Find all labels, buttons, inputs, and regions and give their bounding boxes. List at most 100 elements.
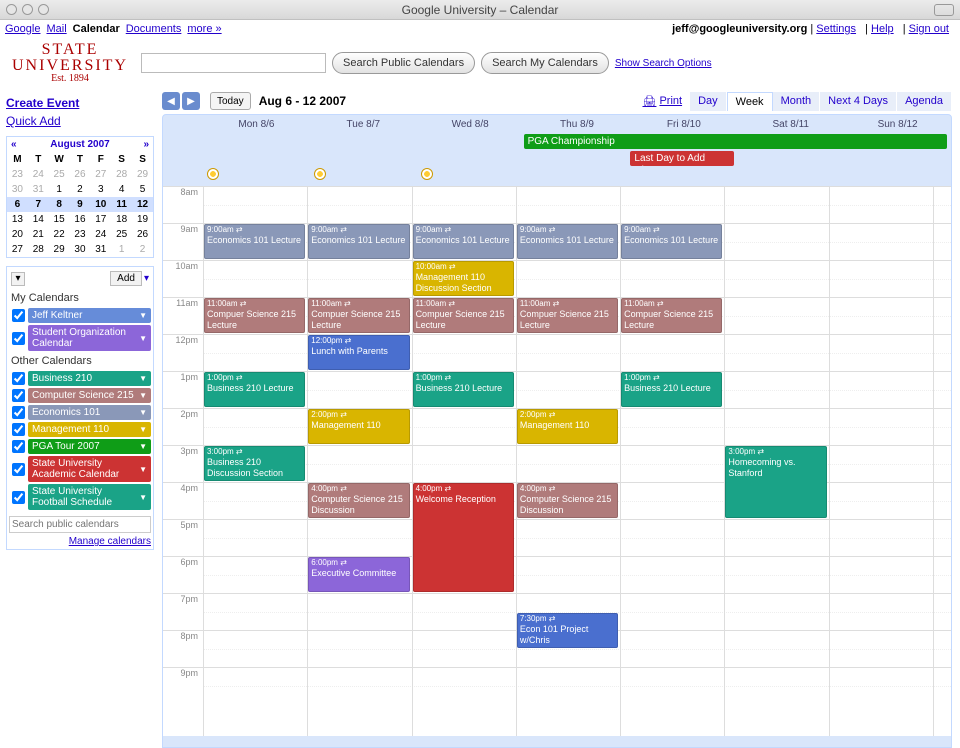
search-options-link[interactable]: Show Search Options xyxy=(615,58,712,69)
minical-day[interactable]: 26 xyxy=(70,167,91,182)
minical-day[interactable]: 27 xyxy=(7,242,28,257)
create-event-link[interactable]: Create Event xyxy=(6,96,154,110)
minical-day[interactable]: 31 xyxy=(28,182,49,197)
calendar-menu-icon[interactable]: ▼ xyxy=(139,374,147,383)
calendar-event[interactable]: 3:00pm ⇄Business 210 Discussion Section xyxy=(204,446,305,481)
minical-prev[interactable]: « xyxy=(11,139,17,150)
calendar-event[interactable]: 4:00pm ⇄Welcome Reception xyxy=(413,483,514,592)
calendar-checkbox[interactable] xyxy=(12,423,25,436)
minical-day[interactable]: 18 xyxy=(111,212,132,227)
minical-day[interactable]: 8 xyxy=(49,197,70,212)
minical-day[interactable]: 29 xyxy=(49,242,70,257)
calendar-chip[interactable]: PGA Tour 2007▼ xyxy=(28,439,151,454)
minical-day[interactable]: 11 xyxy=(111,197,132,212)
minical-day[interactable]: 31 xyxy=(90,242,111,257)
collapse-toggle[interactable]: ▾ xyxy=(11,272,25,286)
minical-day[interactable]: 25 xyxy=(49,167,70,182)
calendar-event[interactable]: 9:00am ⇄Economics 101 Lecture xyxy=(517,224,618,259)
calendar-event[interactable]: 3:00pm ⇄Homecoming vs. Stanford xyxy=(725,446,826,518)
search-calendars-input[interactable] xyxy=(9,516,151,533)
calendar-menu-icon[interactable]: ▼ xyxy=(139,465,147,474)
calendar-event[interactable]: 11:00am ⇄Compuer Science 215 Lecture xyxy=(621,298,722,333)
calendar-checkbox[interactable] xyxy=(12,309,25,322)
minical-day[interactable]: 12 xyxy=(132,197,153,212)
calendar-checkbox[interactable] xyxy=(12,440,25,453)
topnav-link[interactable]: Documents xyxy=(126,23,182,35)
minical-next[interactable]: » xyxy=(143,139,149,150)
minical-day[interactable]: 1 xyxy=(111,242,132,257)
calendar-chip[interactable]: Management 110▼ xyxy=(28,422,151,437)
calendar-checkbox[interactable] xyxy=(12,406,25,419)
print-link[interactable]: 🖨 Print xyxy=(642,95,682,108)
minical-day[interactable]: 25 xyxy=(111,227,132,242)
view-tab[interactable]: Week xyxy=(727,92,773,111)
minical-day[interactable]: 27 xyxy=(90,167,111,182)
calendar-event[interactable]: 9:00am ⇄Economics 101 Lecture xyxy=(621,224,722,259)
minical-day[interactable]: 30 xyxy=(7,182,28,197)
calendar-event[interactable]: 4:00pm ⇄Computer Science 215 Discussion xyxy=(517,483,618,518)
calendar-menu-icon[interactable]: ▼ xyxy=(139,334,147,343)
calendar-chip[interactable]: Economics 101▼ xyxy=(28,405,151,420)
add-calendar-button[interactable]: Add xyxy=(110,271,142,286)
calendar-event[interactable]: 11:00am ⇄Compuer Science 215 Lecture xyxy=(413,298,514,333)
calendar-event[interactable]: 6:00pm ⇄Executive Committee xyxy=(308,557,409,592)
calendar-event[interactable]: 1:00pm ⇄Business 210 Lecture xyxy=(413,372,514,407)
calendar-checkbox[interactable] xyxy=(12,389,25,402)
calendar-chip[interactable]: State University Academic Calendar▼ xyxy=(28,456,151,482)
calendar-chip[interactable]: State University Football Schedule▼ xyxy=(28,484,151,510)
minical-day[interactable]: 15 xyxy=(49,212,70,227)
calendar-event[interactable]: 1:00pm ⇄Business 210 Lecture xyxy=(621,372,722,407)
help-link[interactable]: Help xyxy=(871,23,894,35)
minical-day[interactable]: 29 xyxy=(132,167,153,182)
calendar-chip[interactable]: Student Organization Calendar▼ xyxy=(28,325,151,351)
calendar-event[interactable]: 11:00am ⇄Compuer Science 215 Lecture xyxy=(204,298,305,333)
minical-day[interactable]: 5 xyxy=(132,182,153,197)
calendar-checkbox[interactable] xyxy=(12,332,25,345)
minical-day[interactable]: 17 xyxy=(90,212,111,227)
calendar-event[interactable]: 11:00am ⇄Compuer Science 215 Lecture xyxy=(517,298,618,333)
allday-event[interactable]: PGA Championship xyxy=(524,134,948,149)
minical-day[interactable]: 9 xyxy=(70,197,91,212)
manage-calendars-link[interactable]: Manage calendars xyxy=(69,536,151,547)
topnav-link[interactable]: Google xyxy=(5,23,40,35)
minical-day[interactable]: 28 xyxy=(28,242,49,257)
minical-day[interactable]: 2 xyxy=(132,242,153,257)
calendar-menu-icon[interactable]: ▼ xyxy=(139,442,147,451)
calendar-event[interactable]: 9:00am ⇄Economics 101 Lecture xyxy=(413,224,514,259)
calendar-menu-icon[interactable]: ▼ xyxy=(139,493,147,502)
calendar-checkbox[interactable] xyxy=(12,491,25,504)
calendar-menu-icon[interactable]: ▼ xyxy=(139,408,147,417)
next-button[interactable]: ▶ xyxy=(182,92,200,110)
topnav-link[interactable]: Calendar xyxy=(73,23,120,35)
view-tab[interactable]: Next 4 Days xyxy=(820,92,897,111)
minical-day[interactable]: 20 xyxy=(7,227,28,242)
minical-day[interactable]: 23 xyxy=(7,167,28,182)
calendar-chip[interactable]: Computer Science 215▼ xyxy=(28,388,151,403)
minical-day[interactable]: 28 xyxy=(111,167,132,182)
calendar-checkbox[interactable] xyxy=(12,463,25,476)
settings-link[interactable]: Settings xyxy=(816,23,856,35)
topnav-link[interactable]: Mail xyxy=(46,23,66,35)
minical-day[interactable]: 24 xyxy=(28,167,49,182)
minical-day[interactable]: 6 xyxy=(7,197,28,212)
time-grid[interactable]: 8am9am10am11am12pm1pm2pm3pm4pm5pm6pm7pm8… xyxy=(163,186,951,736)
calendar-event[interactable]: 4:00pm ⇄Computer Science 215 Discussion xyxy=(308,483,409,518)
minical-day[interactable]: 30 xyxy=(70,242,91,257)
minical-day[interactable]: 16 xyxy=(70,212,91,227)
minical-grid[interactable]: MTWTFSS232425262728293031123456789101112… xyxy=(7,152,153,257)
minical-day[interactable]: 7 xyxy=(28,197,49,212)
minical-day[interactable]: 24 xyxy=(90,227,111,242)
prev-button[interactable]: ◀ xyxy=(162,92,180,110)
calendar-menu-icon[interactable]: ▼ xyxy=(139,311,147,320)
view-tab[interactable]: Day xyxy=(690,92,727,111)
search-input[interactable] xyxy=(141,53,326,73)
minical-day[interactable]: 22 xyxy=(49,227,70,242)
calendar-checkbox[interactable] xyxy=(12,372,25,385)
minical-day[interactable]: 2 xyxy=(70,182,91,197)
calendar-event[interactable]: 7:30pm ⇄Econ 101 Project w/Chris xyxy=(517,613,618,648)
quick-add-link[interactable]: Quick Add xyxy=(6,114,154,128)
topnav-link[interactable]: more » xyxy=(187,23,221,35)
calendar-event[interactable]: 9:00am ⇄Economics 101 Lecture xyxy=(204,224,305,259)
minical-day[interactable]: 21 xyxy=(28,227,49,242)
view-tab[interactable]: Month xyxy=(773,92,821,111)
